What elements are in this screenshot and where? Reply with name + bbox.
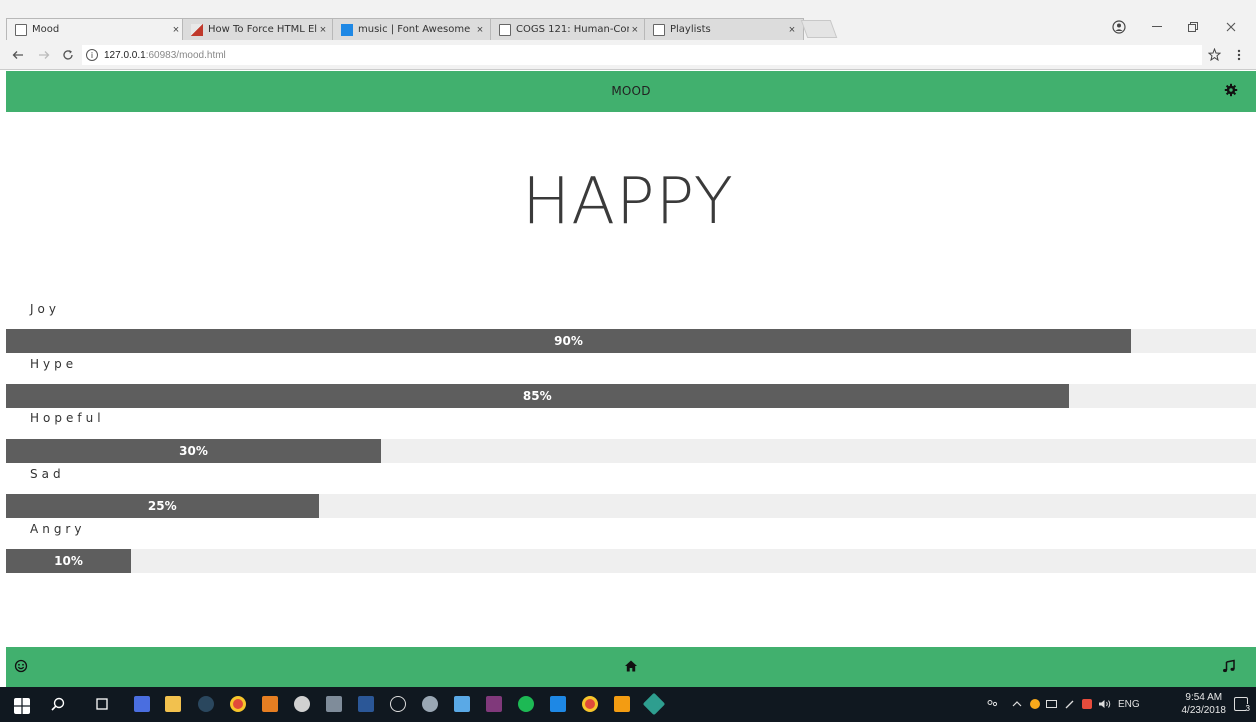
new-tab-button[interactable] <box>800 20 838 38</box>
language-indicator[interactable]: ENG <box>1118 699 1140 710</box>
music-icon[interactable] <box>1222 659 1236 673</box>
app-icon[interactable] <box>642 692 666 716</box>
mood-bar-angry: 10% <box>6 549 1256 573</box>
system-clock[interactable]: 9:54 AM 4/23/2018 <box>1182 691 1227 717</box>
tab-close-icon[interactable]: × <box>317 24 329 36</box>
gear-icon[interactable] <box>1224 83 1238 97</box>
tab-close-icon[interactable]: × <box>629 24 641 36</box>
tab-w3schools[interactable]: How To Force HTML Elem × <box>182 18 334 40</box>
menu-kebab-icon[interactable] <box>1237 49 1241 61</box>
forward-icon[interactable] <box>38 50 50 60</box>
app-icon[interactable] <box>422 696 438 712</box>
w3schools-icon <box>191 23 203 36</box>
font-awesome-icon <box>341 23 353 36</box>
tab-close-icon[interactable]: × <box>785 24 799 36</box>
mood-bar-fill: 10% <box>6 549 131 573</box>
spotify-icon[interactable] <box>518 696 534 712</box>
notification-center-icon[interactable]: 3 <box>1234 697 1250 713</box>
tray-app-icon[interactable] <box>1030 699 1040 709</box>
clock-date: 4/23/2018 <box>1181 705 1227 716</box>
app-icon[interactable] <box>550 696 566 712</box>
mood-bar-hype: 85% <box>6 384 1256 408</box>
mood-label-hopeful: Hopeful <box>30 411 105 425</box>
overwatch-icon[interactable] <box>294 696 310 712</box>
tab-playlists[interactable]: Playlists × <box>644 18 804 40</box>
task-view-icon[interactable] <box>94 696 110 712</box>
chevron-up-icon[interactable] <box>1012 700 1022 708</box>
windows-start-icon[interactable] <box>14 698 30 714</box>
tab-close-icon[interactable]: × <box>169 24 183 36</box>
reload-icon[interactable] <box>62 49 74 61</box>
steam-icon[interactable] <box>198 696 214 712</box>
mood-label-hype: Hype <box>30 357 78 371</box>
doc-icon <box>653 23 665 36</box>
sublime-text-icon[interactable] <box>614 696 630 712</box>
tray-app-icon[interactable] <box>1082 699 1092 709</box>
doc-icon <box>15 23 27 36</box>
profile-icon[interactable] <box>1112 20 1126 34</box>
word-icon[interactable] <box>358 696 374 712</box>
chrome-icon[interactable] <box>230 696 246 712</box>
mood-bar-hopeful: 30% <box>6 439 1256 463</box>
tab-close-icon[interactable]: × <box>473 24 487 36</box>
browser-tab-strip: Mood × How To Force HTML Elem × music | … <box>0 0 1256 40</box>
os-taskbar: ENG 9:54 AM 4/23/2018 3 <box>0 687 1256 722</box>
battery-icon[interactable] <box>1046 699 1058 709</box>
search-icon[interactable] <box>50 696 66 712</box>
doc-icon <box>499 23 511 36</box>
url-path: :60983/mood.html <box>145 49 226 61</box>
notification-count: 3 <box>1245 704 1250 713</box>
chrome-icon[interactable] <box>582 696 598 712</box>
bottom-nav <box>6 647 1256 687</box>
info-icon[interactable]: i <box>86 49 98 61</box>
pen-icon[interactable] <box>1064 698 1076 710</box>
smiley-icon[interactable] <box>14 659 28 673</box>
restore-icon[interactable] <box>1188 22 1198 32</box>
close-window-icon[interactable] <box>1226 22 1236 32</box>
people-icon[interactable] <box>986 699 998 711</box>
mood-bar-sad: 25% <box>6 494 1256 518</box>
address-bar[interactable]: i 127.0.0.1:60983/mood.html <box>82 45 1202 65</box>
mood-label-joy: Joy <box>30 302 60 316</box>
clock-time: 9:54 AM <box>1185 692 1223 703</box>
mood-bar-fill: 90% <box>6 329 1131 353</box>
speedometer-icon[interactable] <box>390 696 406 712</box>
minimize-icon[interactable] <box>1152 26 1162 28</box>
app-icon[interactable] <box>262 696 278 712</box>
photos-icon[interactable] <box>454 696 470 712</box>
tab-font-awesome[interactable]: music | Font Awesome × <box>332 18 492 40</box>
app-header: MOOD <box>6 71 1256 112</box>
mood-bar-fill: 25% <box>6 494 319 518</box>
bookmark-star-icon[interactable] <box>1208 48 1221 61</box>
current-mood: HAPPY <box>522 165 734 239</box>
file-explorer-icon[interactable] <box>165 696 181 712</box>
mood-bar-joy: 90% <box>6 329 1256 353</box>
mood-bar-fill: 30% <box>6 439 381 463</box>
mood-label-angry: Angry <box>30 522 86 536</box>
home-icon[interactable] <box>624 659 638 673</box>
tab-cogs121[interactable]: COGS 121: Human-Comp × <box>490 18 646 40</box>
volume-icon[interactable] <box>1098 699 1112 709</box>
onenote-icon[interactable] <box>486 696 502 712</box>
mood-bar-fill: 85% <box>6 384 1069 408</box>
tab-mood[interactable]: Mood × <box>6 18 188 40</box>
url-host: 127.0.0.1 <box>104 49 146 61</box>
app-icon[interactable] <box>326 696 342 712</box>
page-title: MOOD <box>611 84 651 98</box>
browser-toolbar: i 127.0.0.1:60983/mood.html <box>0 40 1256 70</box>
discord-icon[interactable] <box>134 696 150 712</box>
back-icon[interactable] <box>12 50 24 60</box>
mood-label-sad: Sad <box>30 467 65 481</box>
